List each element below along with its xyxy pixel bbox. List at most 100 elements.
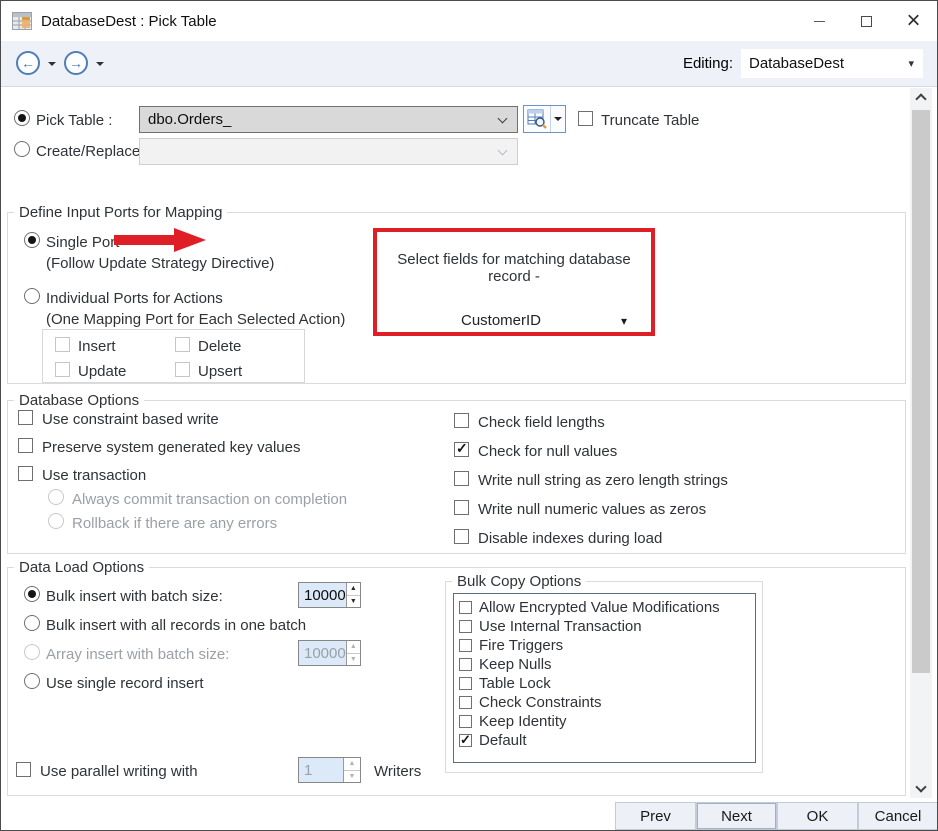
allow-encrypted-label: Allow Encrypted Value Modifications xyxy=(479,599,720,616)
use-transaction-label: Use transaction xyxy=(42,467,147,484)
default-checkbox[interactable]: ✓ xyxy=(459,732,472,747)
back-button[interactable]: ← xyxy=(16,51,40,75)
single-port-radio[interactable] xyxy=(24,232,40,248)
truncate-table-checkbox[interactable] xyxy=(578,111,593,126)
default-label: Default xyxy=(479,732,527,749)
spin-up-icon[interactable]: ▲ xyxy=(344,758,360,770)
rollback-radio[interactable] xyxy=(48,513,64,529)
next-button[interactable]: Next xyxy=(696,802,777,830)
write-null-numeric-checkbox[interactable] xyxy=(454,500,469,515)
data-load-options-group: Data Load Options Bulk insert with batch… xyxy=(7,559,906,796)
fire-triggers-checkbox[interactable] xyxy=(459,639,472,652)
close-button[interactable]: × xyxy=(890,1,937,41)
use-constraint-label: Use constraint based write xyxy=(42,411,219,428)
list-item[interactable]: ✓ Default xyxy=(459,731,755,750)
check-null-values-checkbox[interactable]: ✓ xyxy=(454,441,469,457)
check-field-lengths-checkbox[interactable] xyxy=(454,413,469,428)
check-constraints-checkbox[interactable] xyxy=(459,696,472,709)
list-item[interactable]: Keep Nulls xyxy=(459,655,755,674)
bulk-batch-size-value: 10000 xyxy=(304,587,346,604)
editing-label: Editing: xyxy=(682,55,733,72)
always-commit-radio[interactable] xyxy=(48,489,64,505)
list-item[interactable]: Keep Identity xyxy=(459,712,755,731)
single-port-label: Single Port xyxy=(46,234,120,251)
array-batch-size-spinner[interactable]: 10000 ▲ ▼ xyxy=(298,640,361,666)
list-item[interactable]: Allow Encrypted Value Modifications xyxy=(459,598,755,617)
delete-checkbox[interactable] xyxy=(175,337,190,352)
table-lock-checkbox[interactable] xyxy=(459,677,472,690)
use-transaction-checkbox[interactable] xyxy=(18,466,33,481)
array-insert-radio[interactable] xyxy=(24,644,40,660)
truncate-table-label: Truncate Table xyxy=(601,112,700,129)
bulk-copy-options-group: Bulk Copy Options Allow Encrypted Value … xyxy=(445,573,763,773)
list-item[interactable]: Table Lock xyxy=(459,674,755,693)
editing-combobox[interactable]: DatabaseDest ▾ xyxy=(741,49,923,78)
allow-encrypted-checkbox[interactable] xyxy=(459,601,472,614)
bulk-insert-batch-radio[interactable] xyxy=(24,586,40,602)
next-button-label: Next xyxy=(721,807,752,825)
single-record-insert-radio[interactable] xyxy=(24,673,40,689)
spin-up-icon[interactable]: ▲ xyxy=(347,583,360,595)
individual-ports-radio[interactable] xyxy=(24,288,40,304)
forward-dropdown-caret-icon[interactable] xyxy=(96,62,104,66)
bulk-batch-size-spinner[interactable]: 10000 ▲ ▼ xyxy=(298,582,361,608)
disable-indexes-label: Disable indexes during load xyxy=(478,530,663,547)
scroll-down-button[interactable] xyxy=(910,779,932,798)
individual-ports-sublabel: (One Mapping Port for Each Selected Acti… xyxy=(46,311,346,328)
titlebar: DatabaseDest : Pick Table × xyxy=(1,1,937,41)
caret-down-icon: ▾ xyxy=(908,58,914,70)
parallel-writers-value: 1 xyxy=(304,762,313,779)
list-item[interactable]: Fire Triggers xyxy=(459,636,755,655)
upsert-checkbox[interactable] xyxy=(175,362,190,377)
update-checkbox[interactable] xyxy=(55,362,70,377)
caret-down-icon[interactable] xyxy=(554,117,562,121)
bulk-copy-listbox[interactable]: Allow Encrypted Value Modifications Use … xyxy=(453,593,756,763)
scrollbar-thumb[interactable] xyxy=(912,110,930,673)
ok-button[interactable]: OK xyxy=(777,802,858,830)
create-replace-combobox[interactable] xyxy=(139,138,518,165)
maximize-button[interactable] xyxy=(843,1,890,41)
list-item[interactable]: Check Constraints xyxy=(459,693,755,712)
pick-table-combobox[interactable]: dbo.Orders_ xyxy=(139,106,518,133)
use-constraint-checkbox[interactable] xyxy=(18,410,33,425)
bulk-insert-all-radio[interactable] xyxy=(24,615,40,631)
prev-button[interactable]: Prev xyxy=(615,802,696,830)
spin-down-icon[interactable]: ▼ xyxy=(346,594,360,608)
keep-identity-label: Keep Identity xyxy=(479,713,567,730)
scroll-up-button[interactable] xyxy=(910,88,932,107)
bulk-copy-group-title: Bulk Copy Options xyxy=(452,573,587,590)
database-options-group-title: Database Options xyxy=(14,392,145,409)
always-commit-label: Always commit transaction on completion xyxy=(72,491,348,508)
forward-button[interactable]: → xyxy=(64,51,88,75)
spin-up-icon[interactable]: ▲ xyxy=(347,641,360,653)
cancel-button[interactable]: Cancel xyxy=(858,802,937,830)
minimize-button[interactable] xyxy=(796,1,843,41)
preserve-keys-checkbox[interactable] xyxy=(18,438,33,453)
keep-identity-checkbox[interactable] xyxy=(459,715,472,728)
check-null-values-label: Check for null values xyxy=(478,443,618,460)
create-replace-radio[interactable] xyxy=(14,141,30,157)
vertical-scrollbar[interactable] xyxy=(910,88,932,798)
bulk-insert-batch-label: Bulk insert with batch size: xyxy=(46,588,223,605)
keep-nulls-checkbox[interactable] xyxy=(459,658,472,671)
disable-indexes-checkbox[interactable] xyxy=(454,529,469,544)
browse-table-split-button[interactable] xyxy=(523,105,566,133)
spinner-buttons: ▲ ▼ xyxy=(345,583,360,608)
list-item[interactable]: Use Internal Transaction xyxy=(459,617,755,636)
back-dropdown-caret-icon[interactable] xyxy=(48,62,56,66)
chevron-down-icon xyxy=(497,145,508,156)
prev-button-label: Prev xyxy=(640,807,671,825)
split-button-divider xyxy=(550,106,551,132)
parallel-writers-spinner[interactable]: 1 ▲ ▼ xyxy=(298,757,361,783)
array-insert-label: Array insert with batch size: xyxy=(46,646,230,663)
spin-down-icon[interactable]: ▼ xyxy=(344,769,360,783)
spin-down-icon[interactable]: ▼ xyxy=(346,652,360,666)
write-null-string-checkbox[interactable] xyxy=(454,471,469,486)
matching-field-dropdown[interactable]: CustomerID ▾ xyxy=(377,312,651,329)
insert-checkbox[interactable] xyxy=(55,337,70,352)
use-internal-transaction-checkbox[interactable] xyxy=(459,620,472,633)
pick-table-radio[interactable] xyxy=(14,110,30,126)
parallel-writing-checkbox[interactable] xyxy=(16,762,31,777)
caret-down-icon: ▾ xyxy=(620,314,627,328)
table-lock-label: Table Lock xyxy=(479,675,551,692)
